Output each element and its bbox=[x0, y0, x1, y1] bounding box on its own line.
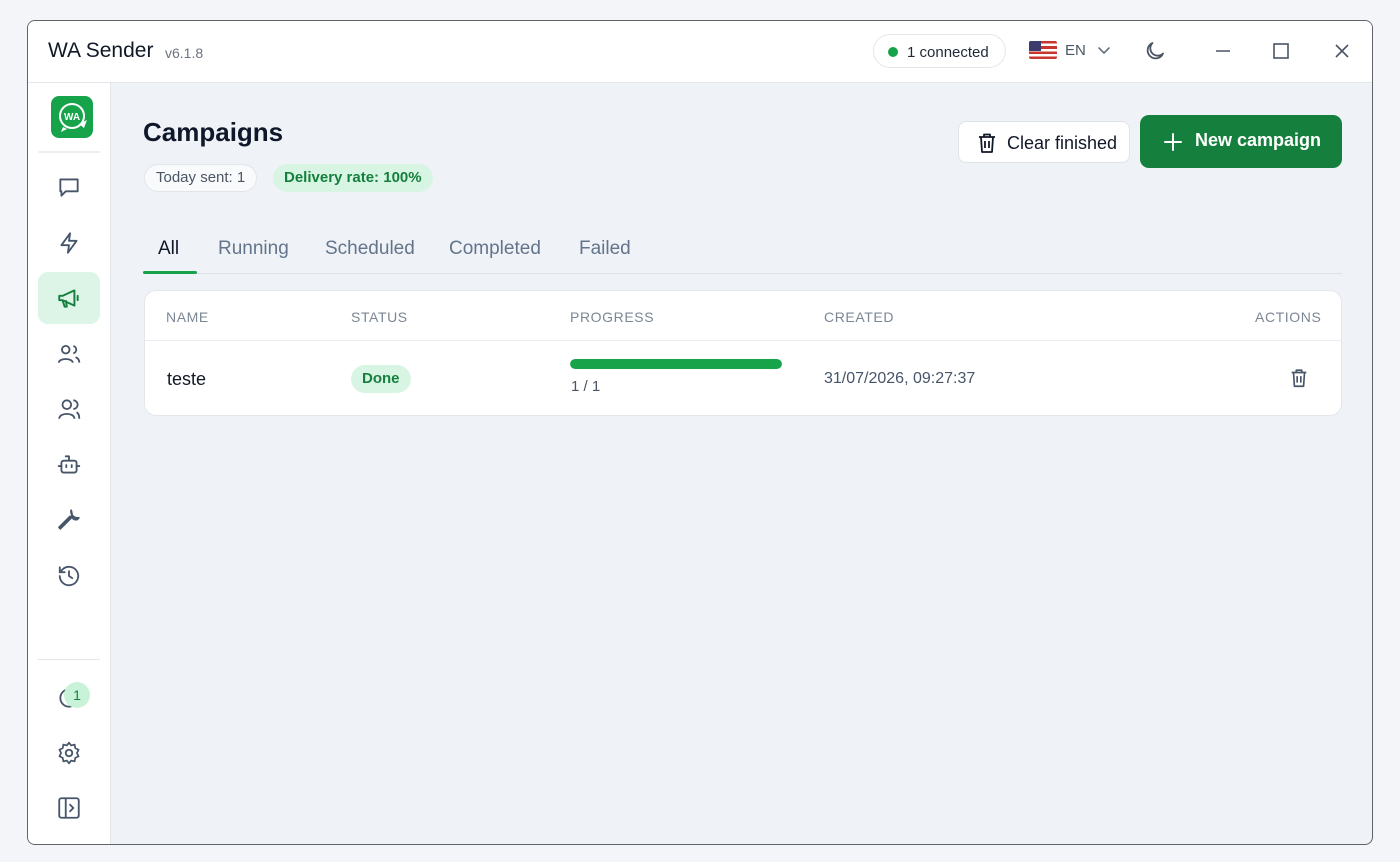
bot-icon bbox=[57, 455, 81, 474]
delivery-rate-stat: Delivery rate: 100% bbox=[273, 164, 433, 192]
whatsapp-logo-icon: WA bbox=[59, 103, 87, 132]
queue-count-badge: 1 bbox=[64, 682, 90, 708]
trash-icon bbox=[979, 133, 995, 153]
minimize-icon[interactable] bbox=[1211, 39, 1235, 63]
tab-running[interactable]: Running bbox=[218, 238, 289, 260]
column-header-created[interactable]: CREATED bbox=[824, 309, 894, 325]
moon-icon[interactable] bbox=[1143, 39, 1167, 63]
column-header-actions: ACTIONS bbox=[1255, 309, 1322, 325]
column-header-progress[interactable]: PROGRESS bbox=[570, 309, 654, 325]
status-dot-icon bbox=[888, 47, 898, 57]
gear-icon bbox=[58, 741, 80, 765]
clear-finished-label: Clear finished bbox=[1007, 133, 1118, 153]
sidebar-item-history[interactable] bbox=[38, 550, 100, 602]
sidebar-item-tools[interactable] bbox=[38, 494, 100, 546]
app-window: WA Sender v6.1.8 1 connected EN WA 1 Cam… bbox=[27, 20, 1373, 845]
divider bbox=[38, 659, 100, 660]
zap-icon bbox=[60, 232, 78, 254]
close-icon[interactable] bbox=[1330, 39, 1354, 63]
plus-icon bbox=[1164, 133, 1182, 151]
divider bbox=[145, 340, 1341, 341]
sidebar-item-messages[interactable] bbox=[38, 161, 100, 213]
sidebar-item-campaigns[interactable] bbox=[38, 272, 100, 324]
progress-bar bbox=[570, 359, 782, 369]
page-title: Campaigns bbox=[143, 117, 284, 147]
wrench-icon bbox=[58, 509, 80, 530]
users-icon bbox=[57, 344, 81, 364]
app-logo: WA bbox=[51, 96, 93, 138]
column-header-name[interactable]: NAME bbox=[166, 309, 209, 325]
sidebar-item-quick-send[interactable] bbox=[38, 217, 100, 269]
sidebar-item-groups[interactable] bbox=[38, 383, 100, 435]
clear-finished-button[interactable]: Clear finished bbox=[958, 121, 1130, 163]
connection-status-text: 1 connected bbox=[907, 44, 989, 61]
campaigns-table: NAME STATUS PROGRESS CREATED ACTIONS tes… bbox=[144, 290, 1342, 416]
tab-completed[interactable]: Completed bbox=[449, 238, 541, 260]
tab-all[interactable]: All bbox=[158, 238, 179, 260]
users-alt-icon bbox=[58, 399, 81, 420]
language-selector[interactable]: EN bbox=[1029, 39, 1111, 63]
campaign-name: teste bbox=[167, 369, 207, 389]
flag-us-icon bbox=[1029, 41, 1057, 59]
connection-status-pill[interactable]: 1 connected bbox=[873, 34, 1006, 68]
logo-text: WA bbox=[64, 112, 80, 123]
megaphone-icon bbox=[58, 289, 79, 308]
sidebar-item-settings[interactable] bbox=[38, 727, 100, 779]
sidebar: WA 1 bbox=[28, 83, 111, 844]
campaign-tabs: All Running Scheduled Completed Failed bbox=[143, 226, 1342, 274]
app-title: WA Sender bbox=[48, 39, 154, 62]
sidebar-item-contacts[interactable] bbox=[38, 328, 100, 380]
created-date: 31/07/2026, 09:27:37 bbox=[824, 370, 976, 387]
sidebar-item-bot[interactable] bbox=[38, 439, 100, 491]
language-code: EN bbox=[1065, 42, 1086, 59]
delete-campaign-icon[interactable] bbox=[1288, 367, 1310, 389]
divider bbox=[38, 151, 100, 153]
tab-failed[interactable]: Failed bbox=[579, 238, 631, 260]
title-bar: WA Sender v6.1.8 1 connected EN bbox=[28, 21, 1372, 83]
active-tab-indicator bbox=[143, 271, 197, 274]
panel-toggle-icon bbox=[58, 797, 80, 819]
sidebar-toggle-button[interactable] bbox=[38, 782, 100, 834]
new-campaign-button[interactable]: New campaign bbox=[1140, 115, 1342, 168]
chevron-down-icon bbox=[1098, 47, 1110, 54]
maximize-icon[interactable] bbox=[1269, 39, 1293, 63]
column-header-status[interactable]: STATUS bbox=[351, 309, 408, 325]
tab-scheduled[interactable]: Scheduled bbox=[325, 238, 415, 260]
status-badge: Done bbox=[351, 365, 411, 393]
today-sent-stat: Today sent: 1 bbox=[144, 164, 258, 192]
history-icon bbox=[58, 565, 80, 587]
message-square-icon bbox=[59, 178, 79, 197]
progress-bar-fill bbox=[570, 359, 782, 369]
app-version: v6.1.8 bbox=[165, 45, 204, 61]
progress-text: 1 / 1 bbox=[571, 378, 601, 395]
new-campaign-label: New campaign bbox=[1195, 130, 1322, 150]
